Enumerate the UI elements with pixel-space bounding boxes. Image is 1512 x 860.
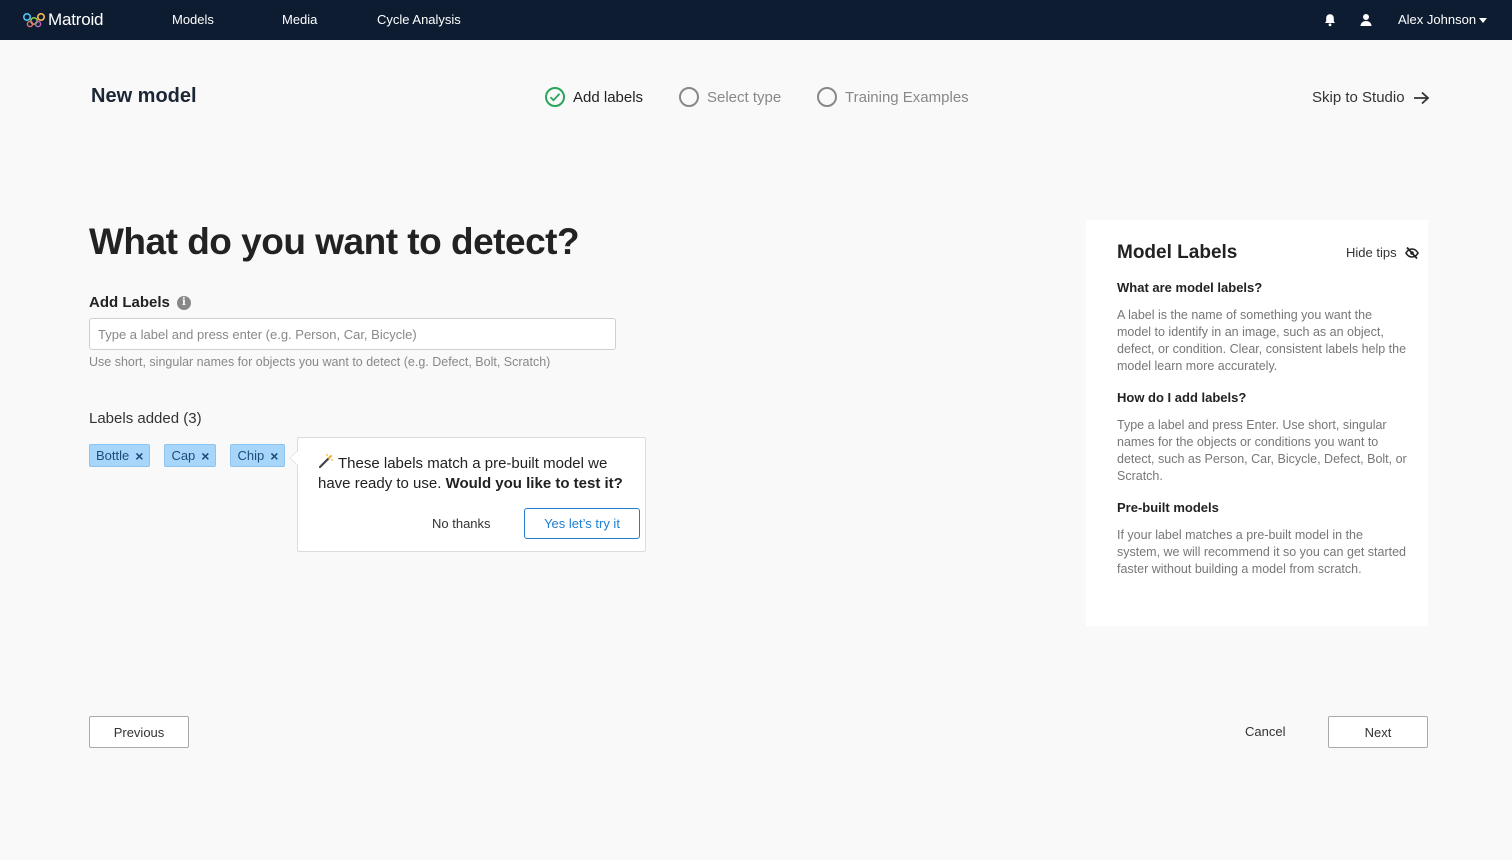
step-training-examples[interactable]: Training Examples	[817, 87, 969, 107]
check-circle-icon	[545, 87, 565, 107]
nav-link-models[interactable]: Models	[172, 12, 214, 27]
step-select-type[interactable]: Select type	[679, 87, 781, 107]
labels-added-title: Labels added (3)	[89, 410, 202, 427]
chip-label: Cap	[171, 448, 196, 463]
brand-logo[interactable]: Matroid	[22, 9, 103, 31]
tip-heading-how: How do I add labels?	[1117, 390, 1247, 405]
popover-question: Would you like to test it?	[445, 475, 623, 492]
add-labels-heading: Add Labels i	[89, 294, 191, 311]
label-chip-bottle[interactable]: Bottle ×	[89, 444, 151, 467]
hide-tips-label: Hide tips	[1346, 245, 1397, 260]
arrow-right-icon	[1413, 91, 1429, 104]
label-input[interactable]	[89, 318, 616, 350]
skip-to-studio-link[interactable]: Skip to Studio	[1312, 89, 1430, 106]
panel-title: Model Labels	[1117, 242, 1238, 263]
label-chips: Bottle × Cap × Chip ×	[89, 444, 299, 467]
info-icon[interactable]: i	[176, 295, 191, 310]
empty-circle-icon	[817, 87, 837, 107]
step-label: Select type	[707, 88, 782, 106]
tip-body-what: A label is the name of something you wan…	[1117, 308, 1407, 373]
bell-icon[interactable]	[1322, 12, 1338, 28]
label-chip-chip[interactable]: Chip ×	[230, 444, 286, 467]
tip-heading-prebuilt: Pre-built models	[1117, 500, 1219, 515]
tip-heading-what: What are model labels?	[1117, 280, 1263, 295]
nav-link-media[interactable]: Media	[282, 12, 317, 27]
tip-body-how: Type a label and press Enter. Use short,…	[1117, 418, 1407, 483]
popover-message: These labels match a pre-built model we …	[318, 453, 628, 494]
page-title: New model	[91, 85, 197, 107]
remove-icon[interactable]: ×	[135, 449, 143, 463]
remove-icon[interactable]: ×	[201, 449, 209, 463]
next-button[interactable]: Next	[1328, 716, 1428, 748]
chip-label: Chip	[237, 448, 265, 463]
main-headline: What do you want to detect?	[89, 221, 580, 262]
magic-wand-icon	[318, 454, 333, 469]
step-label: Training Examples	[845, 88, 969, 106]
top-nav: Matroid Models Media Cycle Analysis Alex…	[0, 0, 1512, 40]
step-add-labels[interactable]: Add labels	[545, 87, 643, 107]
brand-name: Matroid	[48, 10, 104, 29]
remove-icon[interactable]: ×	[270, 449, 278, 463]
add-labels-title: Add Labels	[89, 294, 170, 311]
cancel-button[interactable]: Cancel	[1245, 724, 1285, 739]
empty-circle-icon	[679, 87, 699, 107]
step-label: Add labels	[573, 88, 644, 106]
hide-tips-button[interactable]: Hide tips	[1346, 245, 1419, 260]
nav-link-cycle-analysis[interactable]: Cycle Analysis	[377, 12, 461, 27]
yes-try-it-button[interactable]: Yes let’s try it	[524, 508, 640, 539]
label-chip-cap[interactable]: Cap ×	[164, 444, 217, 467]
eye-slash-icon	[1404, 246, 1419, 259]
chip-label: Bottle	[96, 448, 130, 463]
user-icon[interactable]	[1358, 12, 1374, 28]
no-thanks-button[interactable]: No thanks	[432, 516, 491, 531]
skip-label: Skip to Studio	[1312, 89, 1405, 106]
model-labels-panel: Model Labels Hide tips What are model la…	[1086, 220, 1428, 626]
matroid-logo-icon	[22, 12, 46, 28]
caret-down-icon[interactable]	[1479, 18, 1487, 23]
user-menu[interactable]: Alex Johnson	[1398, 12, 1476, 27]
prebuilt-model-popover: These labels match a pre-built model we …	[289, 437, 646, 552]
tip-body-prebuilt: If your label matches a pre-built model …	[1117, 528, 1407, 576]
previous-button[interactable]: Previous	[89, 716, 189, 748]
label-help-text: Use short, singular names for objects yo…	[89, 355, 551, 369]
